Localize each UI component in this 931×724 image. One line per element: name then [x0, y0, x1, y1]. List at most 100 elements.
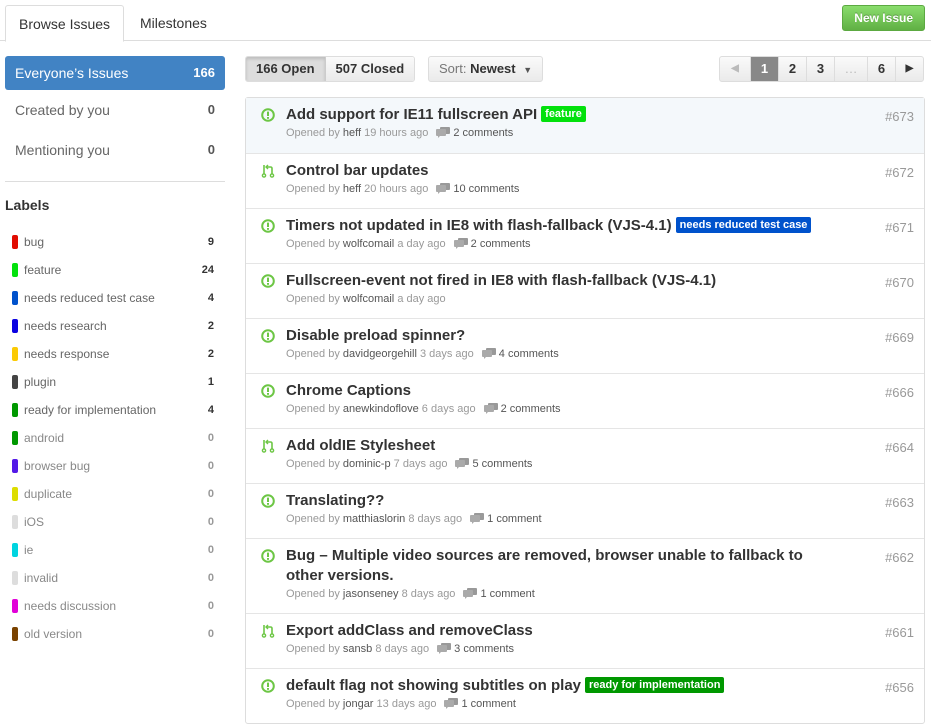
- issue-number[interactable]: #656: [885, 680, 914, 695]
- comments-link[interactable]: 2 comments: [483, 403, 561, 415]
- issue-number[interactable]: #670: [885, 275, 914, 290]
- issue-author-link[interactable]: jasonseney: [343, 588, 399, 600]
- label-filter-item[interactable]: duplicate 0: [5, 480, 225, 508]
- comments-link[interactable]: 1 comment: [444, 698, 516, 710]
- issue-title-link[interactable]: default flag not showing subtitles on pl…: [286, 677, 581, 694]
- label-filter-item[interactable]: iOS 0: [5, 508, 225, 536]
- issue-author-link[interactable]: wolfcomail: [343, 238, 394, 250]
- label-filter-item[interactable]: invalid 0: [5, 564, 225, 592]
- issue-row[interactable]: Fullscreen-event not fired in IE8 with f…: [246, 263, 924, 318]
- issue-row[interactable]: Chrome Captions Opened by anewkindoflove …: [246, 373, 924, 428]
- issue-title-link[interactable]: Control bar updates: [286, 162, 429, 179]
- comments-link[interactable]: 3 comments: [437, 643, 514, 655]
- comments-count: 5 comments: [472, 458, 533, 470]
- label-filter-item[interactable]: needs discussion 0: [5, 592, 225, 620]
- issue-label-badge[interactable]: feature: [541, 106, 586, 122]
- nav-created-by-you[interactable]: Created by you 0: [5, 92, 225, 132]
- issue-row[interactable]: Export addClass and removeClass Opened by…: [246, 613, 924, 668]
- label-filter-item[interactable]: android 0: [5, 424, 225, 452]
- issue-author-link[interactable]: anewkindoflove: [343, 403, 419, 415]
- label-name: browser bug: [24, 459, 91, 473]
- issue-number[interactable]: #666: [885, 385, 914, 400]
- label-filter-item[interactable]: old version 0: [5, 620, 225, 648]
- issue-meta: Opened by anewkindoflove 6 days ago 2 com…: [286, 402, 924, 417]
- issue-number[interactable]: #672: [885, 165, 914, 180]
- nav-mentioning-you[interactable]: Mentioning you 0: [5, 132, 225, 172]
- issue-number[interactable]: #663: [885, 495, 914, 510]
- nav-label: Created by you: [15, 102, 110, 118]
- issue-number[interactable]: #673: [885, 109, 914, 124]
- issue-author-link[interactable]: wolfcomail: [343, 293, 394, 305]
- issue-label-badge[interactable]: ready for implementation: [585, 677, 725, 693]
- opened-by-text: Opened by: [286, 403, 340, 415]
- issue-row[interactable]: Add support for IE11 fullscreen API featu…: [246, 98, 924, 153]
- issue-title-link[interactable]: Export addClass and removeClass: [286, 622, 533, 639]
- open-filter-button[interactable]: 166 Open: [246, 57, 326, 81]
- issue-number[interactable]: #661: [885, 625, 914, 640]
- label-filter-item[interactable]: needs response 2: [5, 340, 225, 368]
- new-issue-button[interactable]: New Issue: [842, 5, 925, 31]
- tab-browse-issues[interactable]: Browse Issues: [5, 5, 125, 42]
- comments-link[interactable]: 10 comments: [436, 183, 519, 195]
- issue-row[interactable]: Control bar updates Opened by heff 20 hou…: [246, 153, 924, 208]
- issue-age: 7 days ago: [393, 458, 448, 470]
- issue-title-link[interactable]: Bug – Multiple video sources are removed…: [286, 547, 803, 584]
- opened-by-text: Opened by: [286, 458, 340, 470]
- issue-number[interactable]: #671: [885, 220, 914, 235]
- issue-label-badge[interactable]: needs reduced test case: [675, 217, 812, 233]
- issue-row[interactable]: Add oldIE Stylesheet Opened by dominic-p …: [246, 428, 924, 483]
- issue-title-link[interactable]: Fullscreen-event not fired in IE8 with f…: [286, 272, 716, 289]
- sort-dropdown[interactable]: Sort: Newest ▼: [428, 56, 544, 82]
- comments-count: 2 comments: [453, 127, 514, 139]
- issue-row[interactable]: Timers not updated in IE8 with flash-fal…: [246, 208, 924, 263]
- label-filter-item[interactable]: needs reduced test case 4: [5, 284, 225, 312]
- nav-everyones-issues[interactable]: Everyone’s Issues 166: [5, 56, 225, 90]
- label-filter-item[interactable]: ready for implementation 4: [5, 396, 225, 424]
- label-filter-item[interactable]: needs research 2: [5, 312, 225, 340]
- issue-row[interactable]: Translating?? Opened by matthiaslorin 8 d…: [246, 483, 924, 538]
- issue-title-link[interactable]: Add support for IE11 fullscreen API: [286, 106, 537, 123]
- issue-author-link[interactable]: heff: [343, 183, 361, 195]
- issue-row[interactable]: Bug – Multiple video sources are removed…: [246, 538, 924, 613]
- issue-number[interactable]: #669: [885, 330, 914, 345]
- page-3[interactable]: 3: [806, 57, 834, 81]
- label-filter-item[interactable]: plugin 1: [5, 368, 225, 396]
- label-filter-item[interactable]: bug 9: [5, 228, 225, 256]
- tab-milestones[interactable]: Milestones: [127, 5, 220, 41]
- prev-page-button[interactable]: ◀: [720, 57, 750, 81]
- page-2[interactable]: 2: [778, 57, 806, 81]
- label-filter-item[interactable]: browser bug 0: [5, 452, 225, 480]
- issue-author-link[interactable]: davidgeorgehill: [343, 348, 417, 360]
- issue-author-link[interactable]: dominic-p: [343, 458, 391, 470]
- issue-row[interactable]: Disable preload spinner? Opened by davidg…: [246, 318, 924, 373]
- issue-title-link[interactable]: Disable preload spinner?: [286, 327, 465, 344]
- comments-link[interactable]: 1 comment: [470, 513, 542, 525]
- comments-link[interactable]: 2 comments: [453, 238, 531, 250]
- issue-title-link[interactable]: Add oldIE Stylesheet: [286, 437, 435, 454]
- closed-filter-button[interactable]: 507 Closed: [325, 57, 415, 81]
- issue-number[interactable]: #664: [885, 440, 914, 455]
- label-filter-item[interactable]: feature 24: [5, 256, 225, 284]
- issue-number[interactable]: #662: [885, 550, 914, 565]
- issue-row[interactable]: default flag not showing subtitles on pl…: [246, 668, 924, 723]
- issue-title-link[interactable]: Translating??: [286, 492, 384, 509]
- comments-link[interactable]: 4 comments: [481, 348, 559, 360]
- issue-author-link[interactable]: jongar: [343, 698, 374, 710]
- label-color-swatch: [12, 235, 18, 249]
- issue-title-link[interactable]: Chrome Captions: [286, 382, 411, 399]
- issue-author-link[interactable]: matthiaslorin: [343, 513, 405, 525]
- comments-link[interactable]: 5 comments: [455, 458, 532, 470]
- issue-author-link[interactable]: sansb: [343, 643, 372, 655]
- next-page-button[interactable]: ▶: [895, 57, 923, 81]
- page-6[interactable]: 6: [867, 57, 895, 81]
- page-1[interactable]: 1: [750, 57, 778, 81]
- comments-link[interactable]: 1 comment: [463, 588, 535, 600]
- label-filter-item[interactable]: ie 0: [5, 536, 225, 564]
- nav-count: 0: [207, 102, 215, 117]
- state-filter: 166 Open 507 Closed: [245, 56, 416, 82]
- comment-icon: [437, 643, 452, 654]
- issue-opened-icon: [261, 384, 275, 398]
- issue-title-link[interactable]: Timers not updated in IE8 with flash-fal…: [286, 217, 672, 234]
- issue-author-link[interactable]: heff: [343, 127, 361, 139]
- comments-link[interactable]: 2 comments: [436, 127, 513, 139]
